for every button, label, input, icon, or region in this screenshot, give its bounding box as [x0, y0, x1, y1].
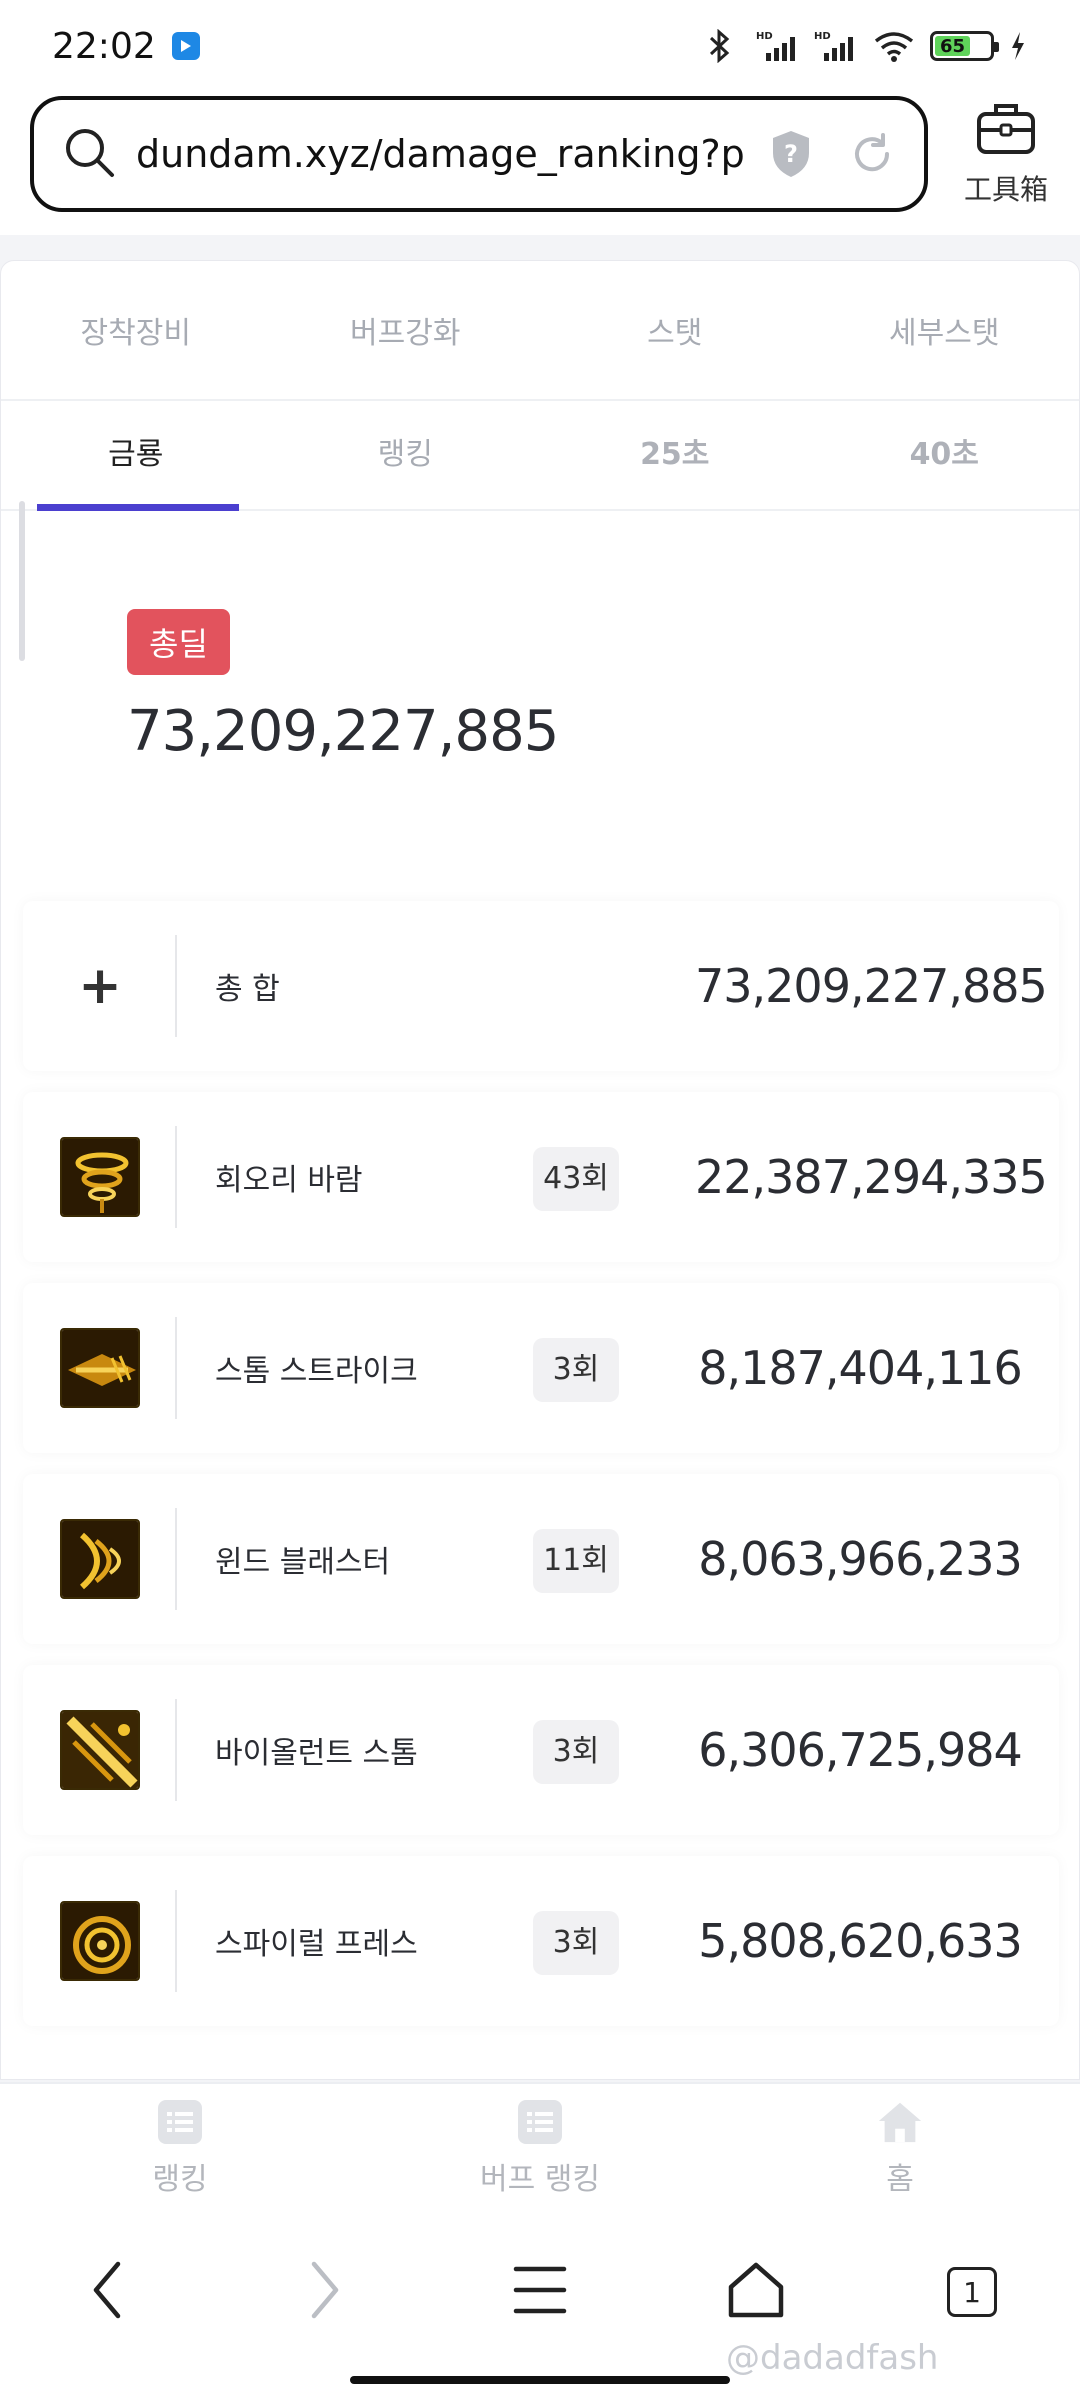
- signal-hd-icon: HD: [756, 28, 800, 64]
- tab-25s[interactable]: 25초: [540, 400, 810, 510]
- tab-40s[interactable]: 40초: [810, 400, 1080, 510]
- wifi-icon: [872, 28, 916, 64]
- tab-stats[interactable]: 스탯: [540, 308, 810, 352]
- content-card: 장착장비 버프강화 스탯 세부스탯 금룡 랭킹 25초 40초 총딜 73,20…: [0, 260, 1080, 2080]
- skill-damage: 22,387,294,335: [695, 1150, 1048, 1204]
- list-item[interactable]: 회오리 바람 43회 22,387,294,335: [23, 1092, 1059, 1262]
- skill-damage: 8,187,404,116: [698, 1341, 1023, 1395]
- plus-icon[interactable]: +: [78, 956, 122, 1016]
- total-damage-block: 총딜 73,209,227,885: [127, 609, 559, 764]
- list-icon: [156, 2098, 204, 2146]
- bluetooth-icon: [698, 28, 742, 64]
- wind-blaster-skill-icon: [60, 1519, 140, 1599]
- toolbox-icon: [975, 100, 1037, 160]
- nav-ranking[interactable]: 랭킹: [0, 2084, 360, 2212]
- skill-name: 회오리 바람: [215, 1163, 363, 1198]
- storm-strike-skill-icon: [60, 1328, 140, 1408]
- tab-detail-stats[interactable]: 세부스탯: [810, 308, 1080, 352]
- watermark: @dadadfash: [726, 2338, 939, 2378]
- skill-hit-count: 11회: [533, 1529, 619, 1593]
- battery-icon: 65: [930, 31, 999, 61]
- scrollbar[interactable]: [19, 501, 25, 661]
- skill-hit-count: 3회: [533, 1720, 619, 1784]
- tab-buff-enhance[interactable]: 버프강화: [271, 308, 541, 352]
- menu-button[interactable]: [432, 2252, 648, 2332]
- toolbox-button[interactable]: 工具箱: [954, 100, 1058, 210]
- active-tab-indicator: [37, 504, 239, 511]
- skill-damage: 5,808,620,633: [698, 1914, 1023, 1968]
- top-tabs: 장착장비 버프강화 스탯 세부스탯: [1, 261, 1079, 401]
- list-item[interactable]: 스파이럴 프레스 3회 5,808,620,633: [23, 1856, 1059, 2026]
- skill-damage-list: + 총 합 73,209,227,885 회오리 바람 43회 22,387,2…: [23, 901, 1059, 2047]
- browser-address-row: dundam.xyz/damage_ranking?pa… ? 工具箱: [0, 92, 1080, 235]
- total-damage-badge: 총딜: [127, 609, 230, 675]
- tab-equipment[interactable]: 장착장비: [1, 308, 271, 352]
- list-icon: [516, 2098, 564, 2146]
- list-item-total[interactable]: + 총 합 73,209,227,885: [23, 901, 1059, 1071]
- list-item[interactable]: 윈드 블래스터 11회 8,063,966,233: [23, 1474, 1059, 1644]
- whirlwind-skill-icon: [60, 1137, 140, 1217]
- tab-geumryong[interactable]: 금룡: [1, 400, 271, 510]
- skill-damage: 73,209,227,885: [695, 959, 1048, 1013]
- skill-damage: 8,063,966,233: [698, 1532, 1023, 1586]
- status-time: 22:02: [52, 25, 156, 67]
- nav-label: 버프 랭킹: [480, 2162, 600, 2197]
- tabs-button[interactable]: 1: [864, 2252, 1080, 2332]
- chevron-right-icon: [304, 2260, 344, 2324]
- home-indicator[interactable]: [350, 2376, 730, 2384]
- sub-tabs: 금룡 랭킹 25초 40초: [1, 401, 1079, 511]
- skill-hit-count: 3회: [533, 1338, 619, 1402]
- battery-level: 65: [935, 36, 971, 57]
- tab-count: 1: [947, 2267, 997, 2317]
- nav-label: 랭킹: [152, 2162, 208, 2197]
- list-item[interactable]: 바이올런트 스톰 3회 6,306,725,984: [23, 1665, 1059, 1835]
- url-text[interactable]: dundam.xyz/damage_ranking?pa…: [136, 132, 744, 176]
- skill-name: 스파이럴 프레스: [215, 1927, 418, 1962]
- skill-name: 바이올런트 스톰: [215, 1736, 418, 1771]
- home-outline-icon: [727, 2261, 785, 2323]
- skill-hit-count: 3회: [533, 1911, 619, 1975]
- toolbox-label: 工具箱: [963, 173, 1048, 206]
- forward-button[interactable]: [216, 2252, 432, 2332]
- charging-icon: [1008, 28, 1028, 64]
- status-bar: 22:02 HD HD 65: [0, 0, 1080, 92]
- back-button[interactable]: [0, 2252, 216, 2332]
- search-icon: [62, 125, 116, 183]
- skill-name: 스톰 스트라이크: [215, 1354, 418, 1389]
- app-notification-icon: [171, 32, 200, 60]
- home-icon: [876, 2098, 924, 2146]
- list-item[interactable]: 스톰 스트라이크 3회 8,187,404,116: [23, 1283, 1059, 1453]
- skill-name: 윈드 블래스터: [215, 1545, 391, 1580]
- svg-text:?: ?: [784, 140, 798, 168]
- skill-damage: 6,306,725,984: [698, 1723, 1023, 1777]
- violent-storm-skill-icon: [60, 1710, 140, 1790]
- skill-hit-count: 43회: [533, 1147, 619, 1211]
- total-damage-value: 73,209,227,885: [127, 699, 559, 764]
- chevron-left-icon: [88, 2260, 128, 2324]
- site-bottom-nav: 랭킹 버프 랭킹 홈: [0, 2082, 1080, 2212]
- security-shield-icon[interactable]: ?: [768, 128, 814, 180]
- spiral-press-skill-icon: [60, 1901, 140, 1981]
- refresh-icon[interactable]: [848, 130, 896, 178]
- home-button[interactable]: [648, 2252, 864, 2332]
- nav-label: 홈: [886, 2162, 914, 2197]
- svg-text:HD: HD: [814, 31, 831, 42]
- menu-icon: [513, 2263, 567, 2321]
- nav-buff-ranking[interactable]: 버프 랭킹: [360, 2084, 720, 2212]
- tab-ranking[interactable]: 랭킹: [271, 400, 541, 510]
- signal-hd-icon: HD: [814, 28, 858, 64]
- svg-text:HD: HD: [756, 31, 773, 42]
- skill-name: 총 합: [215, 972, 280, 1007]
- address-bar[interactable]: dundam.xyz/damage_ranking?pa… ?: [30, 96, 928, 212]
- nav-home[interactable]: 홈: [720, 2084, 1080, 2212]
